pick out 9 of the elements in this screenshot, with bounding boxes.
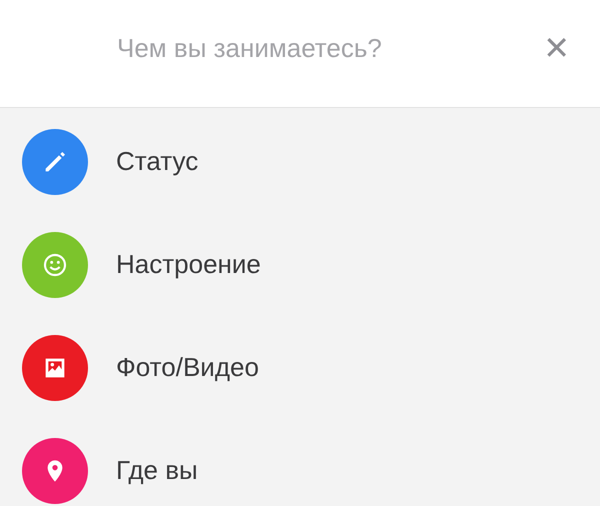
menu-item-label: Где вы [116, 455, 198, 486]
menu-item[interactable]: Настроение [0, 213, 600, 316]
status-input-field[interactable]: Чем вы занимаетесь? [117, 33, 544, 64]
menu-item-label: Статус [116, 146, 198, 177]
menu-item[interactable]: Фото/Видео [0, 316, 600, 419]
menu-item[interactable]: Статус [0, 110, 600, 213]
menu-item-label: Фото/Видео [116, 352, 259, 383]
menu-item[interactable]: Где вы [0, 419, 600, 506]
menu-item-label: Настроение [116, 249, 261, 280]
